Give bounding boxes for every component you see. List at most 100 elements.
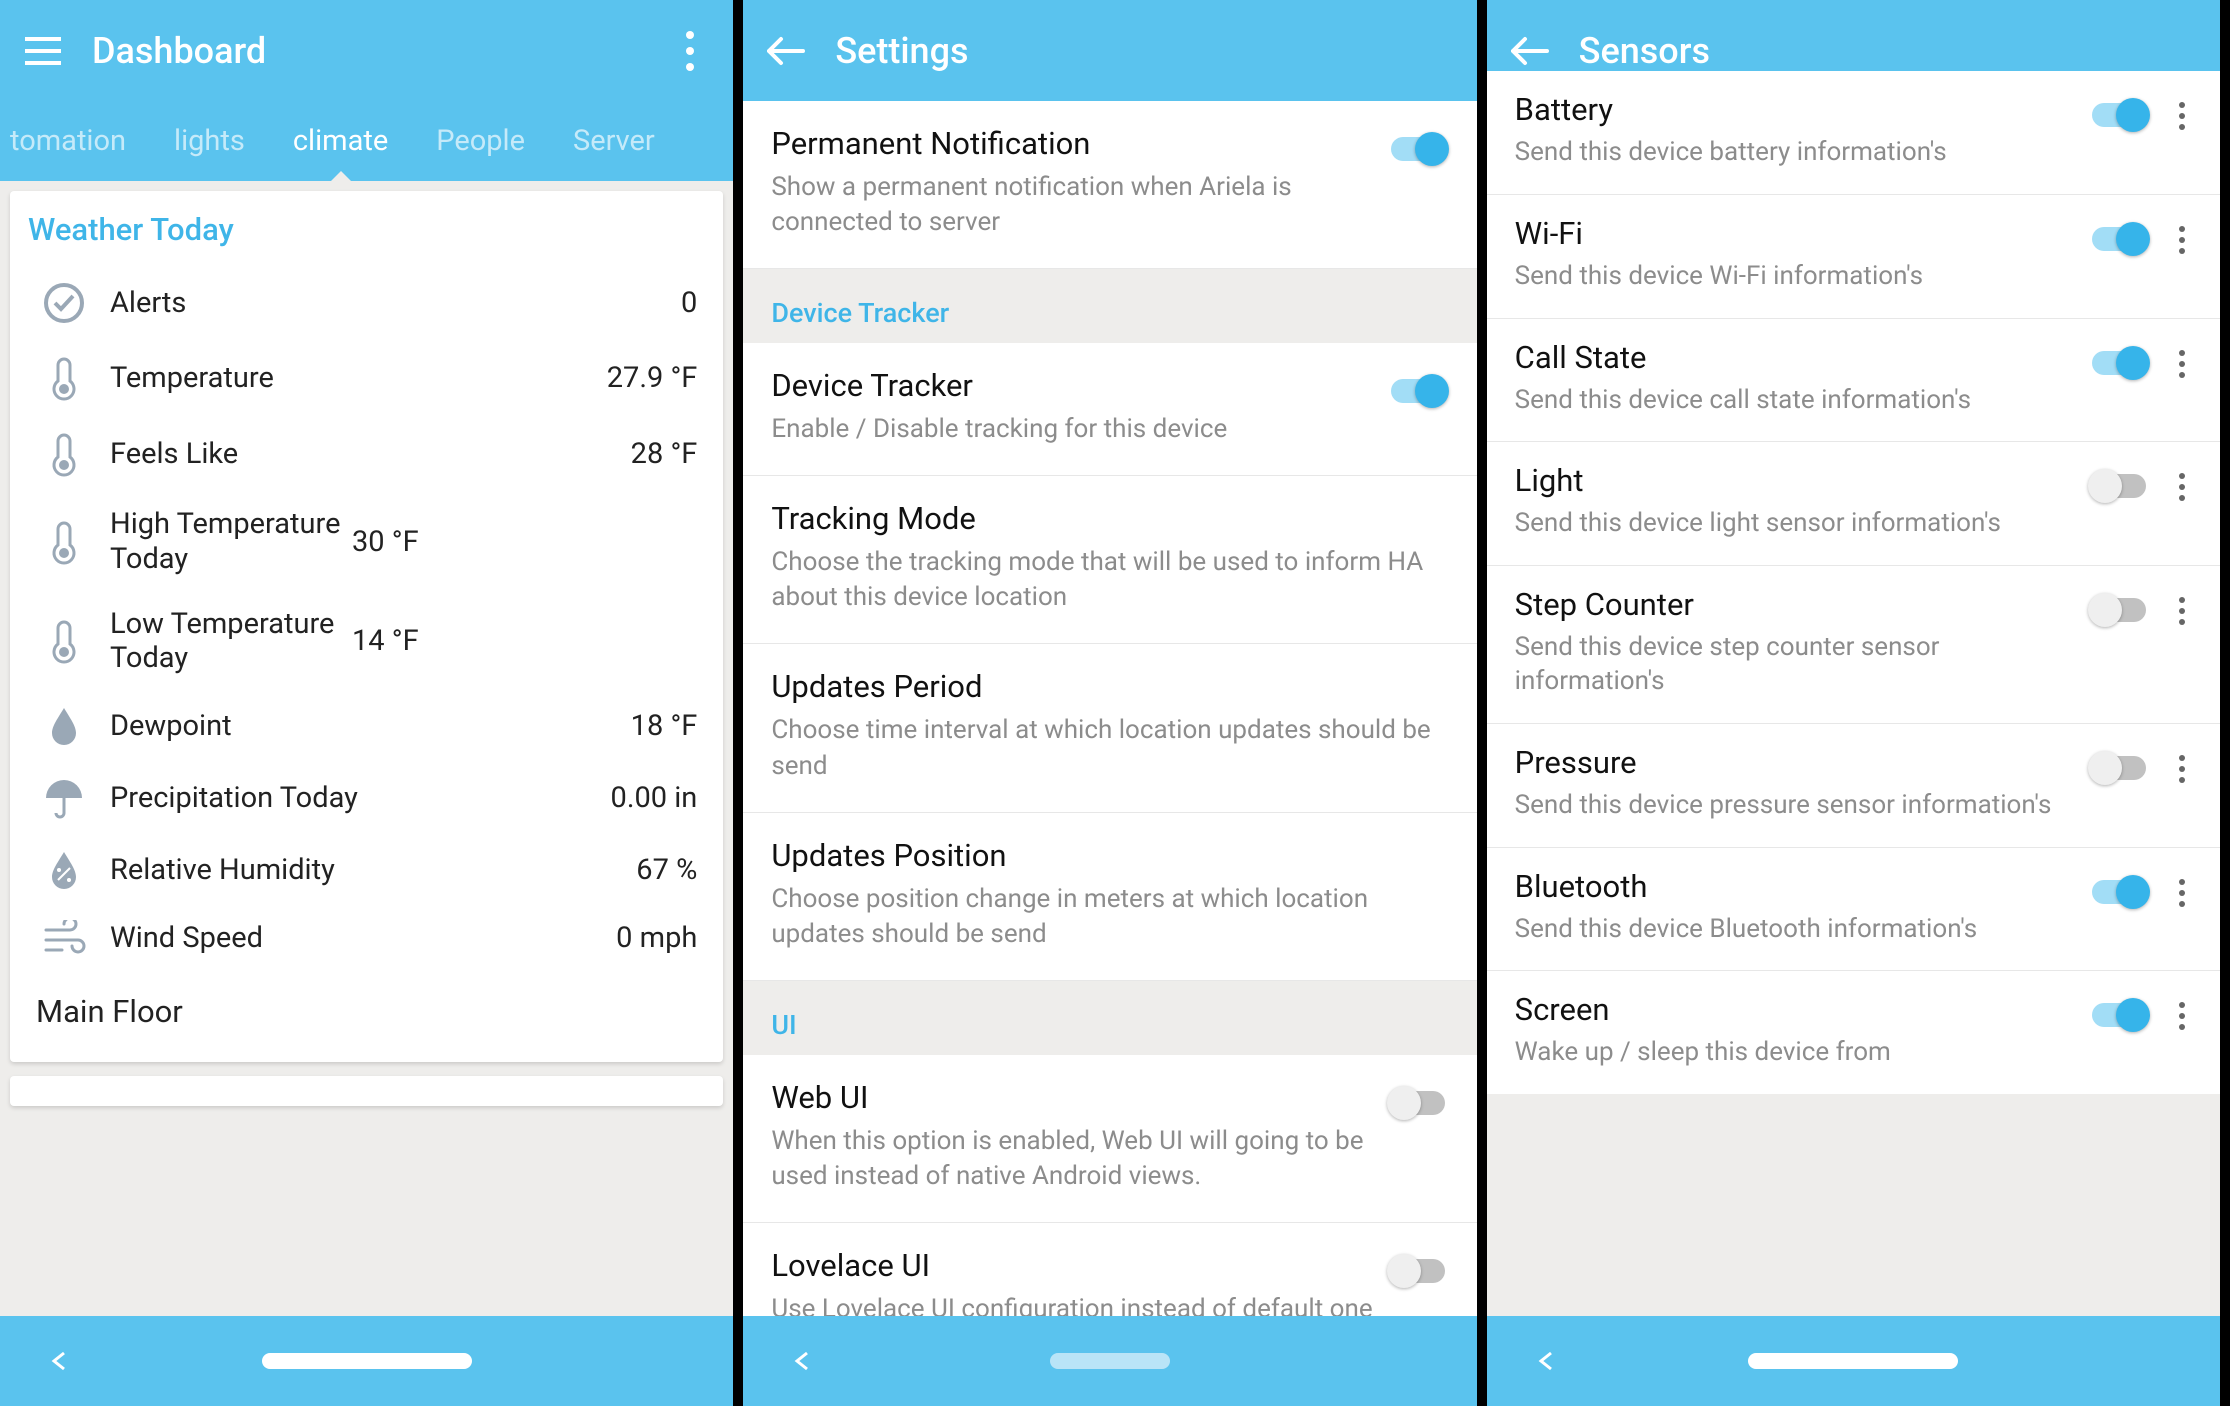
sensor-title: Screen	[1515, 991, 2088, 1028]
menu-icon[interactable]	[22, 30, 64, 72]
sensor-subtitle: Send this device light sensor informatio…	[1515, 507, 2088, 541]
toggle-switch[interactable]	[1387, 1253, 1449, 1289]
sensor-pressure[interactable]: Pressure Send this device pressure senso…	[1487, 724, 2220, 848]
nav-home-pill[interactable]	[863, 1353, 1356, 1369]
sensor-screen[interactable]: Screen Wake up / sleep this device from	[1487, 971, 2220, 1094]
weather-row-wind[interactable]: Wind Speed 0 mph	[28, 905, 705, 971]
sensor-subtitle: Send this device Bluetooth information's	[1515, 913, 2088, 947]
main-floor-label: Main Floor	[28, 971, 705, 1038]
weather-value: 28 °F	[631, 437, 698, 471]
weather-label: Temperature	[92, 361, 607, 396]
toggle-switch[interactable]	[2088, 97, 2150, 133]
toggle-switch[interactable]	[2088, 345, 2150, 381]
nav-back-icon[interactable]	[0, 1349, 120, 1373]
setting-device-tracker[interactable]: Device Tracker Enable / Disable tracking…	[743, 343, 1476, 476]
tab-climate[interactable]: climate	[269, 101, 412, 181]
tab-server[interactable]: Server	[549, 101, 659, 181]
weather-value: 0.00 in	[611, 781, 698, 815]
settings-list[interactable]: Permanent Notification Show a permanent …	[743, 101, 1476, 1316]
tab-automation[interactable]: tomation	[8, 101, 150, 181]
overflow-icon[interactable]	[2164, 754, 2200, 784]
weather-value: 0	[681, 286, 697, 320]
setting-permanent-notification[interactable]: Permanent Notification Show a permanent …	[743, 101, 1476, 269]
sensor-step-counter[interactable]: Step Counter Send this device step count…	[1487, 566, 2220, 724]
thermometer-icon	[36, 519, 92, 565]
setting-subtitle: Choose the tracking mode that will be us…	[771, 545, 1436, 615]
weather-row-feels[interactable]: Feels Like 28 °F	[28, 416, 705, 492]
weather-row-humidity[interactable]: Relative Humidity 67 %	[28, 835, 705, 905]
weather-label: Dewpoint	[92, 709, 631, 744]
overflow-icon[interactable]	[2164, 1001, 2200, 1031]
page-title: Sensors	[1579, 30, 2198, 72]
nav-back-icon[interactable]	[1487, 1349, 1607, 1373]
sensor-subtitle: Wake up / sleep this device from	[1515, 1036, 2088, 1070]
weather-row-alerts[interactable]: Alerts 0	[28, 266, 705, 340]
sensor-bluetooth[interactable]: Bluetooth Send this device Bluetooth inf…	[1487, 848, 2220, 972]
page-title: Settings	[835, 30, 1454, 72]
weather-row-dew[interactable]: Dewpoint 18 °F	[28, 691, 705, 761]
toggle-switch[interactable]	[2088, 874, 2150, 910]
setting-title: Tracking Mode	[771, 500, 1436, 537]
setting-lovelace-ui[interactable]: Lovelace UI Use Lovelace UI configuratio…	[743, 1223, 1476, 1316]
weather-label: Low Temperature Today	[92, 607, 352, 677]
weather-value: 14 °F	[352, 624, 419, 658]
humidity-icon	[36, 850, 92, 890]
setting-updates-period[interactable]: Updates Period Choose time interval at w…	[743, 644, 1476, 812]
overflow-icon[interactable]	[2164, 596, 2200, 626]
sensor-title: Call State	[1515, 339, 2088, 376]
check-circle-icon	[36, 281, 92, 325]
toggle-switch[interactable]	[2088, 221, 2150, 257]
toggle-switch[interactable]	[1387, 373, 1449, 409]
settings-screen: Settings Permanent Notification Show a p…	[743, 0, 1486, 1406]
setting-web-ui[interactable]: Web UI When this option is enabled, Web …	[743, 1055, 1476, 1223]
nav-back-icon[interactable]	[743, 1349, 863, 1373]
sensor-wifi[interactable]: Wi-Fi Send this device Wi-Fi information…	[1487, 195, 2220, 319]
weather-card: Weather Today Alerts 0 Temperature 27.9 …	[10, 191, 723, 1062]
back-arrow-icon[interactable]	[765, 30, 807, 72]
next-card-peek	[10, 1076, 723, 1106]
toggle-switch[interactable]	[1387, 131, 1449, 167]
setting-title: Updates Position	[771, 837, 1436, 874]
toggle-switch[interactable]	[1387, 1085, 1449, 1121]
overflow-icon[interactable]	[2164, 349, 2200, 379]
overflow-icon[interactable]	[2164, 101, 2200, 131]
back-arrow-icon[interactable]	[1509, 30, 1551, 72]
weather-row-temp[interactable]: Temperature 27.9 °F	[28, 340, 705, 416]
sensor-light[interactable]: Light Send this device light sensor info…	[1487, 442, 2220, 566]
card-title: Weather Today	[28, 211, 705, 248]
wind-icon	[36, 920, 92, 956]
sensor-battery[interactable]: Battery Send this device battery informa…	[1487, 71, 2220, 195]
weather-label: Precipitation Today	[92, 781, 611, 816]
sensor-subtitle: Send this device step counter sensor inf…	[1515, 631, 2088, 699]
overflow-icon[interactable]	[2164, 225, 2200, 255]
tab-lights[interactable]: lights	[150, 101, 269, 181]
sensor-title: Bluetooth	[1515, 868, 2088, 905]
weather-label: High Temperature Today	[92, 507, 352, 577]
toggle-switch[interactable]	[2088, 592, 2150, 628]
nav-home-pill[interactable]	[120, 1353, 613, 1369]
weather-label: Wind Speed	[92, 921, 616, 956]
sensor-call-state[interactable]: Call State Send this device call state i…	[1487, 319, 2220, 443]
sensors-screen: Sensors Battery Send this device battery…	[1487, 0, 2230, 1406]
tabs: tomation lights climate People Server	[0, 101, 733, 181]
overflow-icon[interactable]	[2164, 878, 2200, 908]
weather-row-high[interactable]: High Temperature Today 30 °F	[28, 492, 705, 592]
overflow-icon[interactable]	[2164, 472, 2200, 502]
appbar: Settings	[743, 0, 1476, 101]
weather-row-low[interactable]: Low Temperature Today 14 °F	[28, 592, 705, 692]
nav-home-pill[interactable]	[1607, 1353, 2100, 1369]
thermometer-icon	[36, 355, 92, 401]
tab-people[interactable]: People	[412, 101, 549, 181]
setting-title: Updates Period	[771, 668, 1436, 705]
setting-tracking-mode[interactable]: Tracking Mode Choose the tracking mode t…	[743, 476, 1476, 644]
weather-row-precip[interactable]: Precipitation Today 0.00 in	[28, 761, 705, 835]
setting-updates-position[interactable]: Updates Position Choose position change …	[743, 813, 1476, 981]
weather-label: Feels Like	[92, 437, 631, 472]
overflow-icon[interactable]	[669, 30, 711, 72]
toggle-switch[interactable]	[2088, 468, 2150, 504]
weather-value: 0 mph	[616, 921, 697, 955]
toggle-switch[interactable]	[2088, 750, 2150, 786]
sensors-list[interactable]: Battery Send this device battery informa…	[1487, 71, 2220, 1316]
weather-label: Relative Humidity	[92, 853, 636, 888]
toggle-switch[interactable]	[2088, 997, 2150, 1033]
